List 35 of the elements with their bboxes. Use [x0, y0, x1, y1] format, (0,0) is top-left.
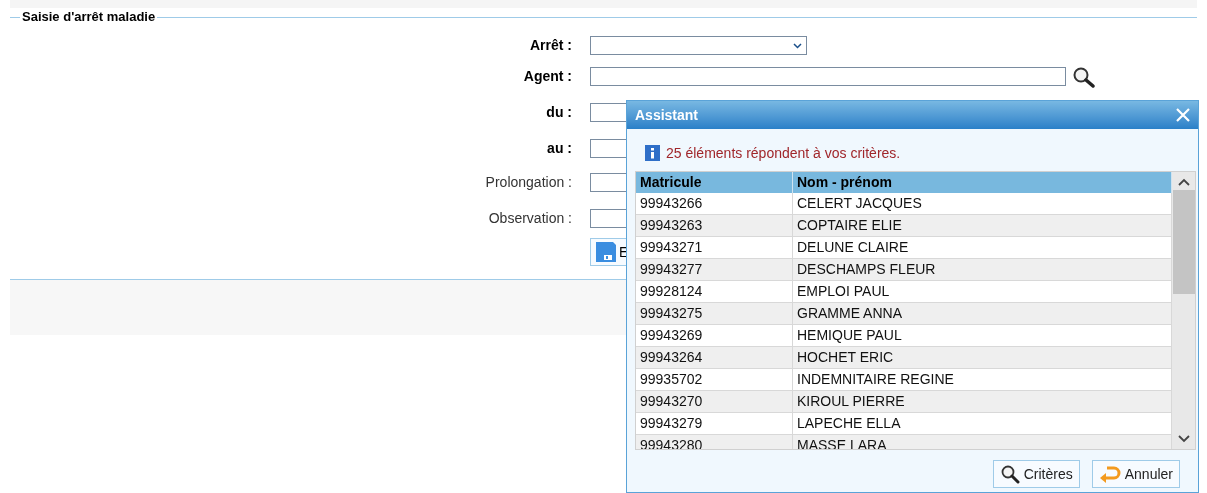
table-cell[interactable]: 99943266 — [636, 193, 793, 214]
field-label: Arrêt : — [529, 36, 572, 55]
result-message: 25 éléments répondent à vos critères. — [666, 143, 901, 163]
cancel-button[interactable]: Annuler — [1091, 460, 1180, 488]
scroll-thumb[interactable] — [1172, 190, 1195, 294]
field-label: du : — [545, 103, 572, 122]
search-icon[interactable] — [1072, 65, 1096, 88]
field-label: Prolongation : — [484, 173, 572, 192]
field-label: Observation : — [487, 209, 572, 228]
info-icon — [645, 145, 660, 161]
table-cell[interactable]: 99943275 — [636, 303, 793, 324]
scroll-up-icon[interactable] — [1177, 178, 1190, 186]
caret-icon — [793, 42, 802, 49]
table-cell[interactable]: 99943277 — [636, 259, 793, 280]
search-icon — [999, 464, 1020, 484]
table-cell[interactable]: 99935702 — [636, 369, 793, 390]
field-label: au : — [546, 139, 572, 158]
table-cell[interactable]: 99943264 — [636, 347, 793, 368]
undo-arrow-icon — [1098, 464, 1121, 484]
table-cell[interactable]: 99943271 — [636, 237, 793, 258]
field-label: Agent : — [522, 67, 572, 86]
table-cell[interactable]: 99928124 — [636, 281, 793, 302]
arret-select[interactable] — [590, 36, 807, 55]
section-legend: Saisie d'arrêt maladie — [20, 7, 158, 27]
close-icon[interactable] — [1176, 108, 1190, 122]
table-cell[interactable]: 99943279 — [636, 413, 793, 434]
table-cell[interactable]: 99943263 — [636, 215, 793, 236]
table-cell[interactable]: 99943270 — [636, 391, 793, 412]
floppy-icon — [595, 241, 617, 263]
input-field[interactable] — [590, 67, 1066, 86]
criteria-button[interactable]: Critères — [992, 460, 1080, 488]
dialog-title: Assistant — [635, 105, 699, 125]
scroll-down-icon[interactable] — [1177, 435, 1190, 443]
scrollbar[interactable] — [1172, 172, 1195, 449]
table-cell[interactable]: 99943269 — [636, 325, 793, 346]
